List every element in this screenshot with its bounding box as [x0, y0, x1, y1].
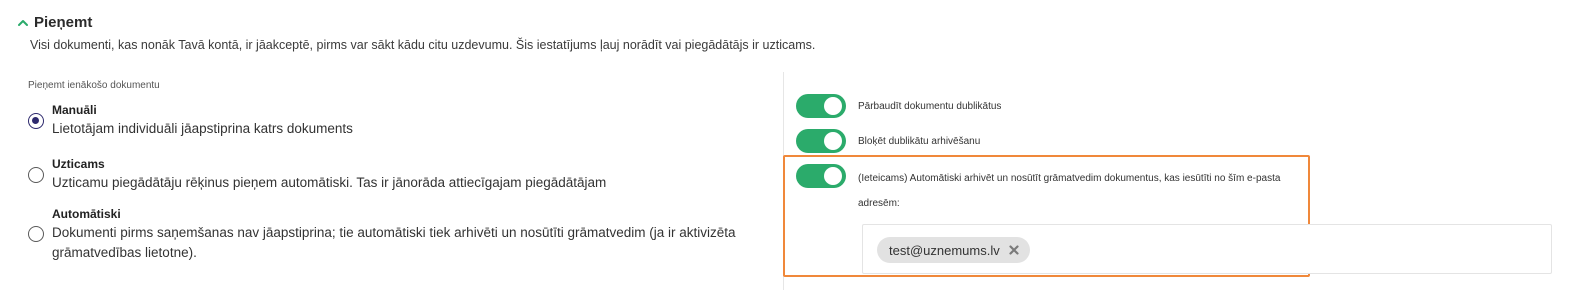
toggle-auto-archive-label: (Ieteicams) Automātiski arhivēt un nosūt…	[858, 173, 1281, 209]
radio-manual-description: Lietotājam individuāli jāapstiprina katr…	[52, 121, 353, 136]
toggle-row-check-duplicates: Pārbaudīt dokumentu dublikātus	[796, 94, 1001, 118]
email-chip: test@uznemums.lv	[877, 237, 1030, 263]
email-list-input[interactable]: test@uznemums.lv	[862, 224, 1552, 274]
toggle-row-block-duplicates: Bloķēt dublikātu arhivēšanu	[796, 129, 980, 153]
toggle-block-duplicates-label: Bloķēt dublikātu arhivēšanu	[858, 135, 981, 147]
toggle-auto-archive[interactable]	[796, 164, 846, 188]
section-title: Pieņemt	[34, 14, 93, 31]
radio-manual-title: Manuāli	[52, 103, 97, 117]
toggle-check-duplicates-label: Pārbaudīt dokumentu dublikātus	[858, 100, 1002, 112]
accept-radio-group: Pieņemt ienākošo dokumentu Manuāli Lieto…	[28, 80, 768, 263]
section-description: Visi dokumenti, kas nonāk Tavā kontā, ir…	[30, 38, 816, 52]
radio-automatic[interactable]	[28, 226, 44, 242]
radio-option-trusted[interactable]: Uzticams Uzticamu piegādātāju rēķinus pi…	[28, 157, 768, 204]
section-header-accept[interactable]: Pieņemt	[16, 14, 92, 31]
radio-option-automatic[interactable]: Automātiski Dokumenti pirms saņemšanas n…	[28, 207, 768, 263]
radio-trusted[interactable]	[28, 167, 44, 183]
radio-trusted-description: Uzticamu piegādātāju rēķinus pieņem auto…	[52, 175, 607, 190]
toggle-row-auto-archive	[796, 164, 846, 188]
accept-field-label: Pieņemt ienākošo dokumentu	[28, 80, 160, 91]
radio-manual[interactable]	[28, 113, 44, 129]
radio-option-manual[interactable]: Manuāli Lietotājam individuāli jāapstipr…	[28, 103, 768, 163]
toggle-block-duplicates[interactable]	[796, 129, 846, 153]
close-icon[interactable]	[1008, 244, 1020, 256]
email-chip-text: test@uznemums.lv	[889, 242, 1000, 258]
radio-automatic-title: Automātiski	[52, 207, 121, 221]
radio-trusted-title: Uzticams	[52, 157, 105, 171]
toggle-check-duplicates[interactable]	[796, 94, 846, 118]
radio-automatic-description: Dokumenti pirms saņemšanas nav jāapstipr…	[52, 225, 736, 260]
chevron-up-icon[interactable]	[16, 16, 30, 30]
